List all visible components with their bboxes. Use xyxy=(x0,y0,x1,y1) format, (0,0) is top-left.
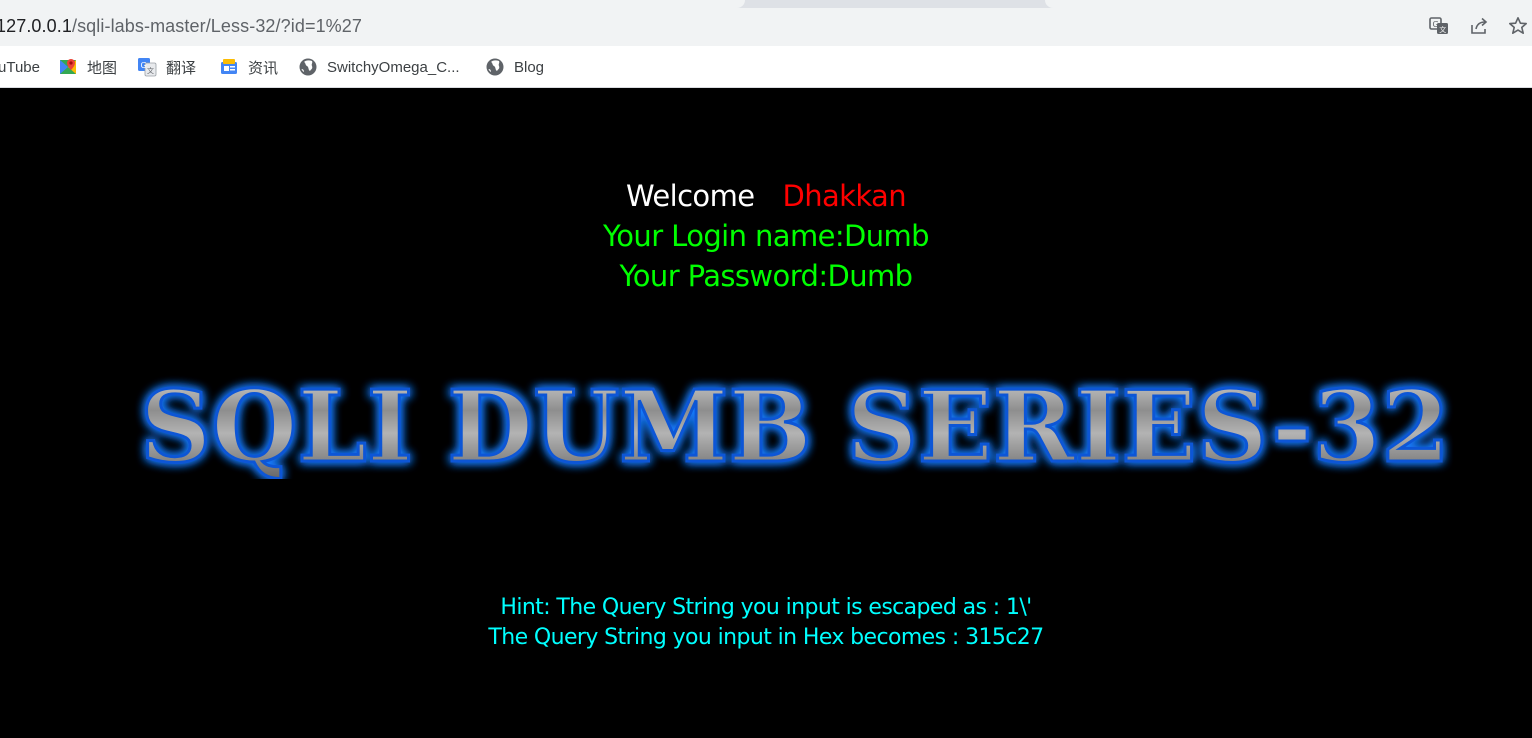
tab-strip xyxy=(0,0,1532,8)
url-path: /sqli-labs-master/Less-32/?id=1%27 xyxy=(71,16,363,36)
welcome-text: Welcome xyxy=(626,179,755,213)
url-host: 127.0.0.1 xyxy=(0,16,72,36)
bookmark-label: 资讯 xyxy=(248,59,279,77)
bookmark-label: 地图 xyxy=(87,59,118,77)
active-tab[interactable] xyxy=(0,0,745,8)
bookmarks-bar: uTube 地图 G 文 翻译 资讯 SwitchyOmega_C... Blo… xyxy=(0,46,1532,88)
bookmark-blog[interactable]: Blog xyxy=(485,55,544,79)
svg-text:G: G xyxy=(1433,20,1439,29)
svg-text:文: 文 xyxy=(1439,25,1446,34)
bookmark-label: 翻译 xyxy=(166,59,197,77)
bookmark-maps[interactable]: 地图 xyxy=(58,55,117,79)
bookmark-switchyomega[interactable]: SwitchyOmega_C... xyxy=(298,55,460,79)
bookmark-star-icon[interactable] xyxy=(1507,15,1529,37)
bookmark-label: Blog xyxy=(514,58,545,76)
share-icon[interactable] xyxy=(1468,15,1490,37)
page-body: Welcome Dhakkan Your Login name:Dumb Your… xyxy=(0,89,1532,738)
svg-text:G: G xyxy=(141,61,147,70)
login-name-line: Your Login name:Dumb xyxy=(603,219,930,253)
bookmark-label: uTube xyxy=(0,58,40,76)
user-name: Dhakkan xyxy=(782,179,906,213)
translate-icon: G 文 xyxy=(138,58,157,77)
bookmark-news[interactable]: 资讯 xyxy=(219,55,278,79)
bookmark-youtube[interactable]: uTube xyxy=(0,55,40,79)
password-line: Your Password:Dumb xyxy=(619,259,914,293)
news-icon xyxy=(221,59,237,74)
banner-text: SQLI DUMB SERIES-32 xyxy=(140,375,1450,479)
url-text[interactable]: 127.0.0.1/sqli-labs-master/Less-32/?id=1… xyxy=(0,16,362,37)
address-bar[interactable]: 127.0.0.1/sqli-labs-master/Less-32/?id=1… xyxy=(0,10,1472,42)
globe-icon xyxy=(299,58,317,76)
svg-text:文: 文 xyxy=(147,66,154,75)
bookmark-translate[interactable]: G 文 翻译 xyxy=(137,55,196,79)
maps-icon xyxy=(60,59,76,74)
hint-escaped: Hint: The Query String you input is esca… xyxy=(500,595,1032,620)
globe-icon xyxy=(486,58,504,76)
series-banner: SQLI DUMB SERIES-32 xyxy=(139,375,1452,479)
browser-toolbar: 127.0.0.1/sqli-labs-master/Less-32/?id=1… xyxy=(0,8,1532,46)
welcome-line: Welcome Dhakkan xyxy=(0,179,1532,213)
bookmark-label: SwitchyOmega_C... xyxy=(327,58,460,76)
translate-icon[interactable]: G 文 xyxy=(1428,15,1450,37)
inactive-tab[interactable] xyxy=(1045,0,1532,8)
hint-hex: The Query String you input in Hex become… xyxy=(488,625,1044,650)
